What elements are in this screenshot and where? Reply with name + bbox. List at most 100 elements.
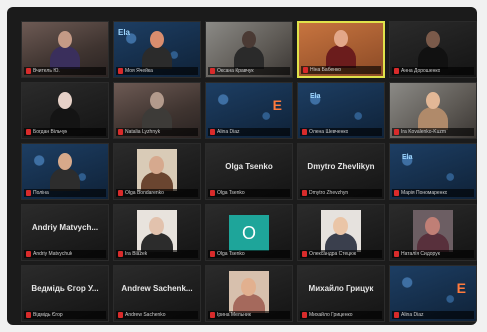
name-bar: Анна Дорошенко [392, 67, 474, 75]
participant-tile[interactable]: Andrew Sachenk... Andrew Sachenko [113, 265, 201, 322]
participant-tile[interactable]: Ela Олена Шевченко [297, 82, 385, 139]
participant-name: Olga Tsenko [217, 251, 245, 257]
participant-body [50, 168, 80, 191]
name-bar: Andriy Matvychuk [24, 250, 106, 258]
participant-head [150, 31, 164, 48]
participant-display-name: Andrew Sachenk... [121, 284, 193, 293]
muted-mic-icon [302, 251, 307, 257]
participant-name: Поліна [33, 190, 49, 196]
name-bar: Моя Ячейка [116, 67, 198, 75]
muted-mic-icon [118, 190, 123, 196]
participant-video [326, 30, 356, 68]
participant-tile[interactable]: Олександра Стецюк [297, 204, 385, 261]
participant-tile[interactable]: Оксана Кравчук [205, 21, 293, 78]
logo-icon: E [456, 280, 466, 296]
name-bar: Олександра Стецюк [300, 250, 382, 258]
participant-tile[interactable]: Ira Kovalenko-Kuzm [389, 82, 477, 139]
shared-background: Ela [398, 150, 470, 188]
participant-head [334, 30, 348, 47]
name-bar: Andrew Sachenko [116, 311, 198, 319]
participant-head [58, 153, 72, 170]
participant-video [418, 92, 448, 130]
profile-photo [137, 149, 177, 191]
participant-name: Анна Дорошенко [401, 68, 441, 74]
muted-mic-icon [210, 129, 215, 135]
participant-tile[interactable]: Olga Bondarenko [113, 143, 201, 200]
participant-tile[interactable]: Ela Марія Пономаренко [389, 143, 477, 200]
participant-name: Alina Diaz [401, 312, 424, 318]
participant-head [58, 31, 72, 48]
participant-tile[interactable]: Михайло Грицук Михайло Гриценко [297, 265, 385, 322]
participant-tile[interactable]: Поліна [21, 143, 109, 200]
muted-mic-icon [118, 129, 123, 135]
participant-tile[interactable]: Dmytro Zhevlikyn Dmytro Zhevzhyn [297, 143, 385, 200]
name-bar: Відмідь Єгор [24, 311, 106, 319]
profile-photo [229, 271, 269, 313]
participant-tile[interactable]: Богдан Вільчук [21, 82, 109, 139]
participant-name: Олександра Стецюк [309, 251, 357, 257]
name-bar: Natalia Lyzhnyk [116, 128, 198, 136]
participant-head [333, 217, 348, 235]
muted-mic-icon [26, 190, 31, 196]
participant-tile[interactable]: Ira Blazek [113, 204, 201, 261]
participant-name: Ira Blazek [125, 251, 148, 257]
video-gallery-window: Вчитель Ю. Ela Моя Ячейка Оксана Кравчук Нін… [7, 7, 477, 325]
participant-tile[interactable]: Наталія Сидорук [389, 204, 477, 261]
participant-head [58, 92, 72, 109]
participant-display-name: Andriy Matvych... [31, 223, 99, 232]
participant-video [142, 31, 172, 69]
participant-tile[interactable]: Ніна Бабенко [297, 21, 385, 78]
participant-tile[interactable]: Andriy Matvych... Andriy Matvychuk [21, 204, 109, 261]
participant-video [142, 92, 172, 130]
participant-tile[interactable]: O Olga Tsenko [205, 204, 293, 261]
participant-body [326, 45, 356, 68]
participant-body [50, 46, 80, 69]
muted-mic-icon [26, 68, 31, 74]
participant-name: Ніна Бабенко [310, 67, 342, 73]
participant-tile[interactable]: Вчитель Ю. [21, 21, 109, 78]
participant-name: Михайло Гриценко [309, 312, 353, 318]
participant-tile[interactable]: Ірина Мельник [205, 265, 293, 322]
participant-tile[interactable]: Ведмідь Єгор У... Відмідь Єгор [21, 265, 109, 322]
participant-name: Dmytro Zhevzhyn [309, 190, 349, 196]
name-bar: Olga Bondarenko [116, 189, 198, 197]
participant-tile[interactable]: Olga Tsenko Olga Tsenko [205, 143, 293, 200]
muted-mic-icon [118, 68, 123, 74]
muted-mic-icon [394, 68, 399, 74]
shared-background: Ela [306, 89, 378, 127]
participant-name: Оксана Кравчук [217, 68, 254, 74]
participant-name: Andrew Sachenko [125, 312, 166, 318]
participant-tile[interactable]: E Alina Diaz [389, 265, 477, 322]
participant-name: Andriy Matvychuk [33, 251, 73, 257]
participant-video [50, 153, 80, 191]
participant-head [242, 31, 256, 48]
participant-name: Олена Шевченко [309, 129, 349, 135]
participant-head [426, 92, 440, 109]
name-bar: Alina Diaz [208, 128, 290, 136]
participant-tile[interactable]: E Alina Diaz [205, 82, 293, 139]
muted-mic-icon [26, 251, 31, 257]
logo-icon: E [272, 97, 282, 113]
participant-name: Olga Tsenko [217, 190, 245, 196]
participant-video [50, 92, 80, 130]
muted-mic-icon [394, 312, 399, 318]
participant-head [150, 92, 164, 109]
participant-video [50, 31, 80, 69]
participant-display-name: Dmytro Zhevlikyn [307, 162, 375, 171]
name-bar: Ірина Мельник [208, 311, 290, 319]
muted-mic-icon [302, 129, 307, 135]
participant-tile[interactable]: Natalia Lyzhnyk [113, 82, 201, 139]
background-logo-text: Ela [310, 93, 321, 100]
participant-tile[interactable]: Ela Моя Ячейка [113, 21, 201, 78]
participant-body [50, 107, 80, 130]
name-bar: Ira Blazek [116, 250, 198, 258]
name-bar: Вчитель Ю. [24, 67, 106, 75]
name-bar: Ira Kovalenko-Kuzm [392, 128, 474, 136]
shared-background: E [398, 272, 470, 310]
muted-mic-icon [26, 312, 31, 318]
name-bar: Богдан Вільчук [24, 128, 106, 136]
participant-tile[interactable]: Анна Дорошенко [389, 21, 477, 78]
muted-mic-icon [118, 312, 123, 318]
name-bar: Наталія Сидорук [392, 250, 474, 258]
participant-name: Ira Kovalenko-Kuzm [401, 129, 447, 135]
